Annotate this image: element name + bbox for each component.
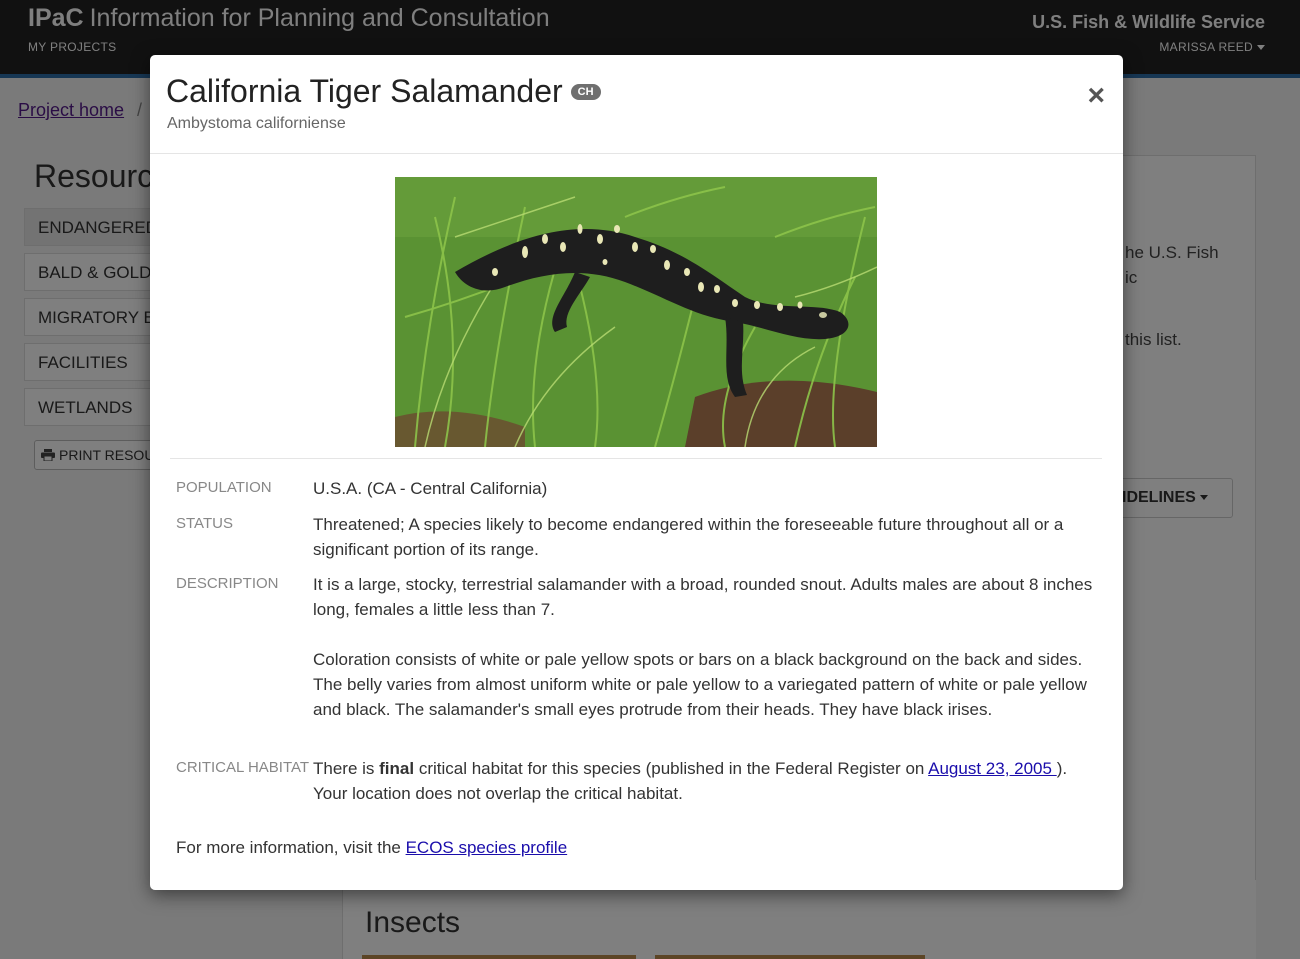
- status-label: STATUS: [176, 515, 233, 532]
- close-icon[interactable]: ×: [1087, 81, 1105, 111]
- modal-title: California Tiger Salamander CH: [166, 73, 601, 110]
- description-paragraph: It is a large, stocky, terrestrial salam…: [313, 575, 1093, 619]
- habitat-final-text: final: [379, 759, 415, 778]
- modal-divider: [170, 458, 1102, 459]
- description-label: DESCRIPTION: [176, 575, 279, 592]
- species-name: California Tiger Salamander: [166, 73, 563, 109]
- critical-habitat-value: There is final critical habitat for this…: [313, 756, 1103, 806]
- description-paragraph: Coloration consists of white or pale yel…: [313, 650, 1087, 719]
- critical-habitat-badge: CH: [570, 83, 601, 100]
- more-info-text: For more information, visit the ECOS spe…: [176, 838, 567, 858]
- scientific-name: Ambystoma californiense: [167, 115, 346, 132]
- species-modal: California Tiger Salamander CH Ambystoma …: [150, 55, 1123, 890]
- modal-header: California Tiger Salamander CH Ambystoma …: [150, 55, 1123, 154]
- habitat-text: critical habitat for this species (publi…: [414, 759, 929, 778]
- more-info-prefix: For more information, visit the: [176, 838, 406, 857]
- status-value: Threatened; A species likely to become e…: [313, 515, 1064, 559]
- species-photo: [395, 177, 877, 447]
- ecos-profile-link[interactable]: ECOS species profile: [406, 838, 568, 857]
- population-value: U.S.A. (CA - Central California): [313, 479, 548, 498]
- description-value: It is a large, stocky, terrestrial salam…: [313, 572, 1103, 722]
- federal-register-link[interactable]: August 23, 2005: [928, 759, 1057, 778]
- population-label: POPULATION: [176, 479, 272, 496]
- critical-habitat-label: CRITICAL HABITAT: [176, 759, 310, 776]
- habitat-text: There is: [313, 759, 380, 778]
